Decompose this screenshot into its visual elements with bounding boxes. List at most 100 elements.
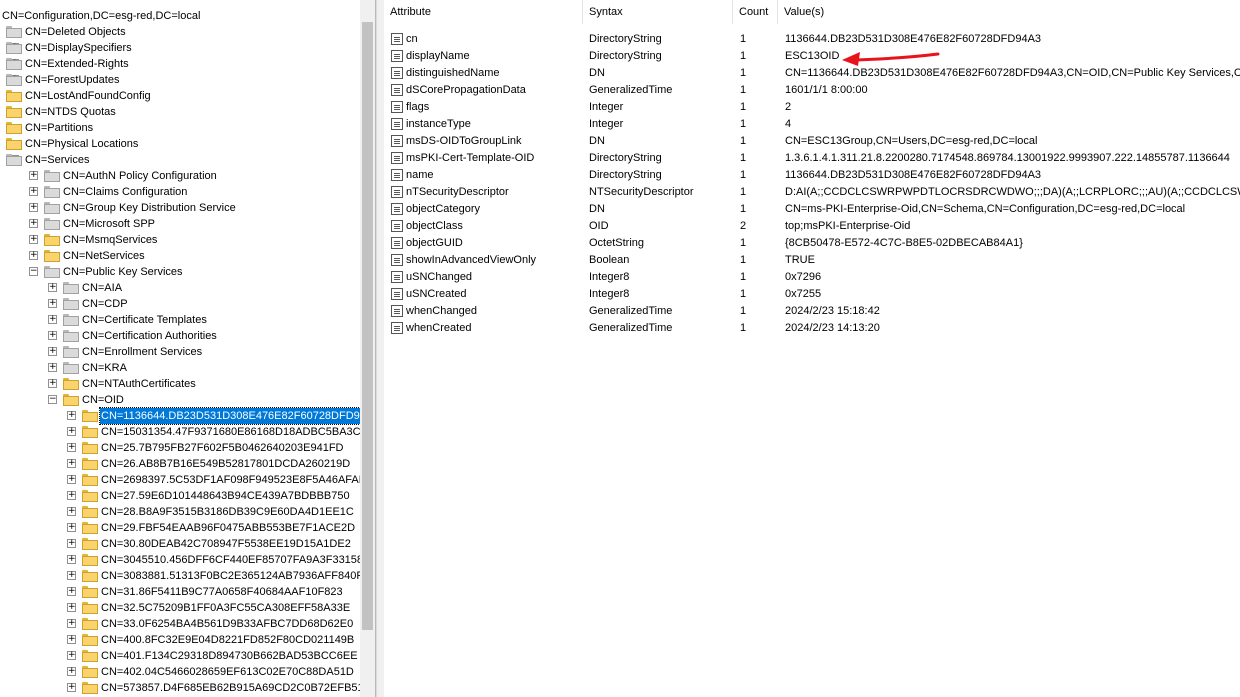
expand-icon[interactable]: + <box>67 507 76 516</box>
attribute-row[interactable]: msDS-OIDToGroupLink DN 1 CN=ESC13Group,CN=U… <box>384 133 1240 150</box>
expand-icon[interactable]: + <box>67 459 76 468</box>
tree-item-label[interactable]: CN=Services <box>24 152 91 168</box>
attribute-row[interactable]: objectClass OID 2 top;msPKI-Enterprise-Oid <box>384 218 1240 235</box>
tree-item-label[interactable]: CN=Claims Configuration <box>62 184 188 200</box>
tree-item[interactable]: + CN=2698397.5C53DF1AF098F949523E8F5A46AF… <box>0 472 375 488</box>
expand-icon[interactable]: + <box>48 315 57 324</box>
tree-item-label[interactable]: CN=OID <box>81 392 125 408</box>
tree-item[interactable]: + CN=Enrollment Services <box>0 344 360 360</box>
attribute-row[interactable]: name DirectoryString 1 1136644.DB23D531D308… <box>384 167 1240 184</box>
tree-item[interactable]: + CN=32.5C75209B1FF0A3FC55CA308EFF58A33E <box>0 600 360 616</box>
attribute-row[interactable]: distinguishedName DN 1 CN=1136644.DB23D531D… <box>384 65 1240 82</box>
tree-item-label[interactable]: CN=Partitions <box>24 120 94 136</box>
attribute-row[interactable]: instanceType Integer 1 4 <box>384 116 1240 133</box>
tree-item[interactable]: −CN=Services <box>0 152 360 168</box>
tree-item[interactable]: + CN=NTAuthCertificates <box>0 376 360 392</box>
tree-item-label[interactable]: CN=27.59E6D101448643B94CE439A7BDBBB750 <box>100 488 351 504</box>
expand-icon[interactable]: + <box>67 651 76 660</box>
expand-icon[interactable]: + <box>67 603 76 612</box>
tree-item-label[interactable]: CN=KRA <box>81 360 128 376</box>
tree-item-label[interactable]: CN=Physical Locations <box>24 136 139 152</box>
tree-item[interactable]: + CN=AuthN Policy Configuration <box>0 168 360 184</box>
tree-pane[interactable]: CN=Configuration,DC=esg-red,DC=local CN=… <box>0 0 376 697</box>
tree-item[interactable]: + CN=Group Key Distribution Service <box>0 200 360 216</box>
tree-item[interactable]: + CN=3045510.456DFF6CF440EF85707FA9A3F331… <box>0 552 375 568</box>
tree-item-label[interactable]: CN=25.7B795FB27F602F5B0462640203E941FD <box>100 440 344 456</box>
tree-item[interactable]: CN=Physical Locations <box>0 136 360 152</box>
tree-item-label[interactable]: CN=3045510.456DFF6CF440EF85707FA9A3F3315… <box>100 552 375 568</box>
tree-item[interactable]: + CN=25.7B795FB27F602F5B0462640203E941FD <box>0 440 360 456</box>
tree-scrollbar-thumb[interactable] <box>362 22 373 630</box>
tree-item[interactable]: + CN=26.AB8B7B16E549B52817801DCDA260219D <box>0 456 360 472</box>
tree-item-label[interactable]: CN=2698397.5C53DF1AF098F949523E8F5A46AFA… <box>100 472 375 488</box>
tree-item[interactable]: + CN=Microsoft SPP <box>0 216 360 232</box>
tree-item[interactable]: + CN=3083881.51313F0BC2E365124AB7936AFF84… <box>0 568 375 584</box>
header-values[interactable]: Value(s) <box>778 0 1240 24</box>
tree-scrollbar[interactable] <box>360 8 375 697</box>
collapse-icon[interactable]: − <box>29 267 38 276</box>
tree-item-label[interactable]: CN=Extended-Rights <box>24 56 130 72</box>
attribute-row[interactable]: objectGUID OctetString 1 {8CB50478-E572-4C7… <box>384 235 1240 252</box>
tree-item[interactable]: + CN=30.80DEAB42C708947F5538EE19D15A1DE2 <box>0 536 360 552</box>
tree-item[interactable]: +CN=DisplaySpecifiers <box>0 40 360 56</box>
tree-item-label[interactable]: CN=NTDS Quotas <box>24 104 117 120</box>
tree-item-label[interactable]: CN=401.F134C29318D894730B662BAD53BCC6EE <box>100 648 359 664</box>
attribute-row[interactable]: msPKI-Cert-Template-OID DirectoryString 1 1… <box>384 150 1240 167</box>
tree-item-label[interactable]: CN=3083881.51313F0BC2E365124AB7936AFF840… <box>100 568 375 584</box>
expand-icon[interactable]: + <box>67 491 76 500</box>
expand-icon[interactable]: + <box>48 347 57 356</box>
expand-icon[interactable]: + <box>29 251 38 260</box>
tree-item[interactable]: + CN=31.86F5411B9C77A0658F40684AAF10F823 <box>0 584 360 600</box>
tree-item-label[interactable]: CN=573857.D4F685EB62B915A69CD2C0B72EFB51… <box>100 680 375 696</box>
collapse-icon[interactable]: − <box>48 395 57 404</box>
tree-item-label[interactable]: CN=402.04C5466028659EF613C02E70C88DA51D <box>100 664 355 680</box>
attribute-row[interactable]: nTSecurityDescriptor NTSecurityDescriptor… <box>384 184 1240 201</box>
expand-icon[interactable]: + <box>67 667 76 676</box>
tree-item-label[interactable]: CN=CDP <box>81 296 129 312</box>
tree-item[interactable]: + CN=27.59E6D101448643B94CE439A7BDBBB750 <box>0 488 360 504</box>
attribute-row[interactable]: displayName DirectoryString 1 ESC13OID <box>384 48 1240 65</box>
attribute-row[interactable]: whenCreated GeneralizedTime 1 2024/2/23 14:… <box>384 320 1240 337</box>
tree-item[interactable]: +CN=Extended-Rights <box>0 56 360 72</box>
tree-item-label[interactable]: CN=33.0F6254BA4B561D9B33AFBC7DD68D62E0 <box>100 616 354 632</box>
tree-item[interactable]: + CN=28.B8A9F3515B3186DB39C9E60DA4D1EE1C <box>0 504 360 520</box>
expand-icon[interactable]: + <box>67 619 76 628</box>
tree-item[interactable]: CN=LostAndFoundConfig <box>0 88 360 104</box>
expand-icon[interactable]: + <box>67 427 76 436</box>
expand-icon[interactable]: + <box>67 539 76 548</box>
tree-root[interactable]: CN=Configuration,DC=esg-red,DC=local <box>0 8 360 24</box>
expand-icon[interactable]: + <box>67 635 76 644</box>
tree-item[interactable]: + CN=KRA <box>0 360 360 376</box>
tree-item[interactable]: + CN=15031354.47F9371680E86168D18ADBC5BA3… <box>0 424 375 440</box>
expand-icon[interactable]: + <box>29 171 38 180</box>
tree-item-label[interactable]: CN=29.FBF54EAAB96F0475ABB553BE7F1ACE2D <box>100 520 356 536</box>
tree-item-label[interactable]: CN=Public Key Services <box>62 264 184 280</box>
tree-item-label[interactable]: CN=NetServices <box>62 248 146 264</box>
expand-icon[interactable]: + <box>48 283 57 292</box>
tree-item[interactable]: + CN=402.04C5466028659EF613C02E70C88DA51D <box>0 664 360 680</box>
expand-icon[interactable]: + <box>29 235 38 244</box>
tree-item[interactable]: + CN=33.0F6254BA4B561D9B33AFBC7DD68D62E0 <box>0 616 360 632</box>
expand-icon[interactable]: + <box>67 571 76 580</box>
attribute-row[interactable]: showInAdvancedViewOnly Boolean 1 TRUE <box>384 252 1240 269</box>
tree-item[interactable]: − CN=Public Key Services <box>0 264 360 280</box>
expand-icon[interactable]: + <box>67 443 76 452</box>
tree-item[interactable]: + CN=MsmqServices <box>0 232 360 248</box>
tree-item-label[interactable]: CN=28.B8A9F3515B3186DB39C9E60DA4D1EE1C <box>100 504 355 520</box>
attribute-row[interactable]: whenChanged GeneralizedTime 1 2024/2/23 15:… <box>384 303 1240 320</box>
header-attribute[interactable]: Attribute <box>384 0 583 24</box>
tree-item[interactable]: + CN=1136644.DB23D531D308E476E82F60728DFD… <box>0 407 375 425</box>
tree-item-label[interactable]: CN=AuthN Policy Configuration <box>62 168 218 184</box>
tree-item[interactable]: CN=Partitions <box>0 120 360 136</box>
expand-icon[interactable]: + <box>29 219 38 228</box>
tree-item[interactable]: + CN=Claims Configuration <box>0 184 360 200</box>
expand-icon[interactable]: + <box>67 475 76 484</box>
expand-icon[interactable]: + <box>67 523 76 532</box>
expand-icon[interactable]: + <box>67 555 76 564</box>
expand-icon[interactable]: + <box>48 363 57 372</box>
tree-item[interactable]: +CN=ForestUpdates <box>0 72 360 88</box>
expand-icon[interactable]: + <box>48 299 57 308</box>
header-syntax[interactable]: Syntax <box>583 0 733 24</box>
attribute-row[interactable]: objectCategory DN 1 CN=ms-PKI-Enterprise-Oi… <box>384 201 1240 218</box>
attribute-row[interactable]: cn DirectoryString 1 1136644.DB23D531D308E4… <box>384 31 1240 48</box>
